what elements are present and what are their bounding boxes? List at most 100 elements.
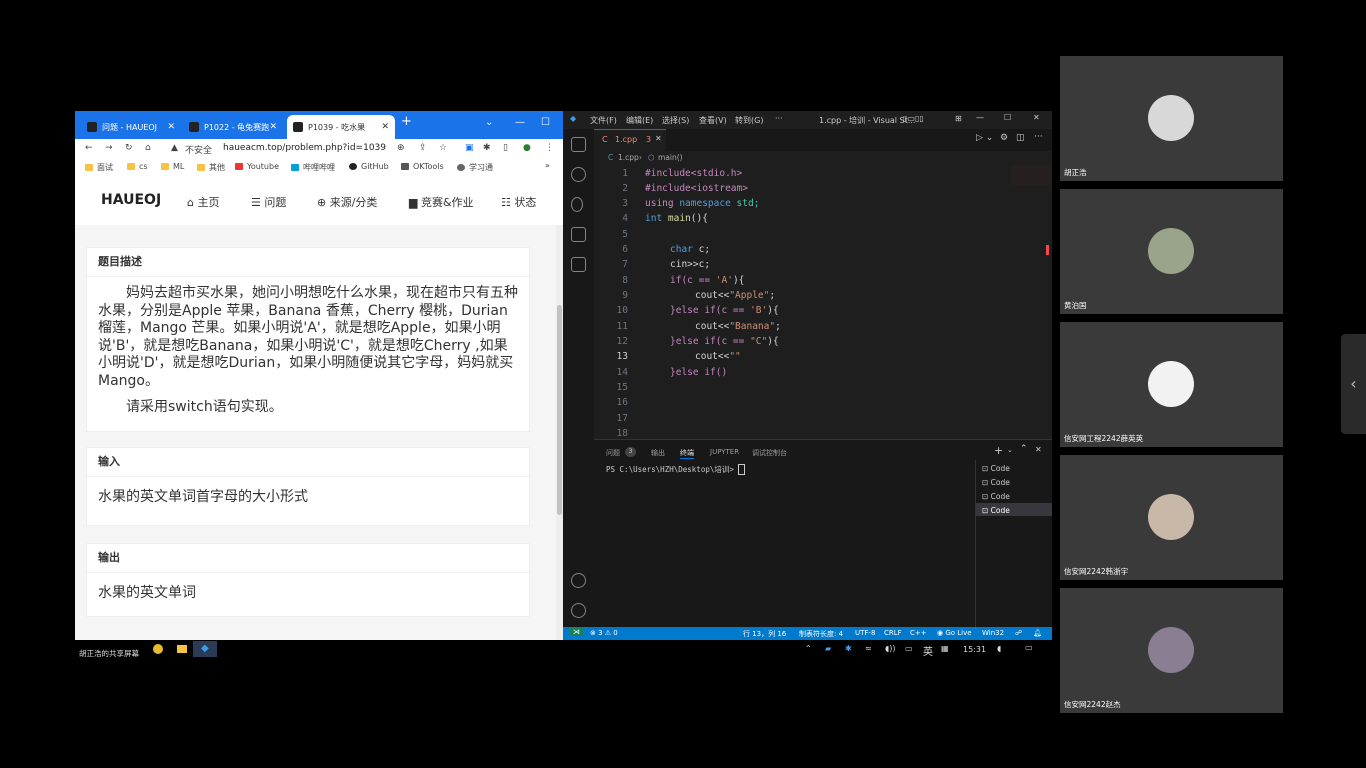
scrollbar-thumb[interactable]: [557, 305, 562, 515]
status-language[interactable]: C++: [910, 629, 927, 637]
participant-tile[interactable]: 信安网2242韩浙宇: [1060, 455, 1283, 580]
terminal-output[interactable]: PS C:\Users\HZH\Desktop\培训>: [606, 464, 745, 475]
menu-edit[interactable]: 编辑(E): [626, 115, 653, 126]
explorer-icon[interactable]: [571, 137, 586, 152]
terminal-list-item[interactable]: ⊡ Code: [982, 478, 1010, 487]
split-editor-icon[interactable]: ◫: [1016, 133, 1025, 143]
home-icon[interactable]: ⌂: [145, 143, 151, 153]
layout-icon[interactable]: ▯▭▯▯: [903, 114, 924, 123]
chevron-down-icon[interactable]: ⌄: [1007, 446, 1013, 454]
close-icon[interactable]: ✕: [1033, 113, 1040, 122]
source-control-icon[interactable]: [571, 197, 583, 212]
folder-icon[interactable]: [177, 645, 187, 653]
customize-layout-icon[interactable]: ⊞: [955, 114, 962, 123]
gear-icon[interactable]: ⚙: [1000, 133, 1008, 143]
maximize-icon[interactable]: ☐: [541, 117, 550, 128]
menu-file[interactable]: 文件(F): [590, 115, 617, 126]
extensions-icon[interactable]: [571, 257, 586, 272]
tab-haueoj[interactable]: 问题 - HAUEOJ ✕: [81, 115, 181, 139]
nav-status[interactable]: ☷ 状态: [501, 194, 536, 210]
participant-tile[interactable]: 信安网工程2242薛英英: [1060, 322, 1283, 447]
translate-icon[interactable]: ▣: [465, 143, 474, 153]
close-icon[interactable]: ✕: [381, 122, 389, 132]
bookmark-item[interactable]: GitHub: [349, 162, 389, 171]
participant-tile[interactable]: 黄泊国: [1060, 189, 1283, 314]
nav-home[interactable]: ⌂ 主页: [187, 194, 219, 210]
volume-icon[interactable]: ◖)): [885, 644, 895, 653]
status-errors[interactable]: ⊗ 3 ⚠ 0: [590, 629, 618, 637]
panel-tab-output[interactable]: 输出: [651, 448, 665, 458]
close-icon[interactable]: ✕: [655, 134, 662, 143]
forward-icon[interactable]: →: [105, 143, 113, 153]
panel-tab-debug-console[interactable]: 调试控制台: [752, 448, 787, 458]
minimap[interactable]: [1011, 165, 1051, 185]
mic-icon[interactable]: ◖: [997, 644, 1001, 653]
close-icon[interactable]: ✕: [167, 122, 175, 132]
new-tab-button[interactable]: +: [401, 114, 412, 129]
more-icon[interactable]: ···: [1034, 132, 1043, 142]
close-icon[interactable]: ✕: [269, 122, 277, 132]
search-icon[interactable]: [571, 167, 586, 182]
status-position[interactable]: 行 13，列 16: [743, 629, 786, 639]
share-icon[interactable]: ⇪: [419, 143, 427, 153]
terminal-list-item[interactable]: ⊡ Code: [982, 464, 1010, 473]
minimize-icon[interactable]: —: [976, 113, 984, 122]
collapse-panel-button[interactable]: ‹: [1341, 334, 1366, 434]
scrollbar[interactable]: [556, 225, 563, 640]
bell-icon[interactable]: 🔔︎: [1033, 629, 1042, 637]
zoom-icon[interactable]: ⊕: [397, 143, 405, 153]
status-eol[interactable]: CRLF: [884, 629, 902, 637]
profile-icon[interactable]: ●: [523, 143, 531, 153]
run-icon[interactable]: ▷ ⌄: [976, 133, 993, 143]
bookmark-item[interactable]: 学习通: [457, 162, 493, 173]
bluetooth-icon[interactable]: ✱: [845, 644, 852, 653]
participant-tile[interactable]: 胡正浩: [1060, 56, 1283, 181]
minimize-icon[interactable]: —: [515, 117, 525, 128]
sidebar-icon[interactable]: ▯: [503, 143, 508, 153]
terminal-list-item-active[interactable]: ⊡ Code: [976, 503, 1052, 516]
menu-goto[interactable]: 转到(G): [735, 115, 763, 126]
status-platform[interactable]: Win32: [982, 629, 1004, 637]
feedback-icon[interactable]: ☍: [1015, 629, 1022, 637]
participant-tile[interactable]: 信安网2242赵杰: [1060, 588, 1283, 713]
nav-contest[interactable]: ▆ 竞赛&作业: [409, 194, 474, 210]
terminal-list-item[interactable]: ⊡ Code: [982, 492, 1010, 501]
reload-icon[interactable]: ↻: [125, 143, 133, 153]
chevron-down-icon[interactable]: ⌄: [485, 117, 493, 128]
gear-icon[interactable]: [571, 603, 586, 618]
tray-app-icon[interactable]: ▰: [825, 644, 831, 653]
menu-selection[interactable]: 选择(S): [662, 115, 689, 126]
bookmark-item[interactable]: OKTools: [401, 162, 444, 171]
bookmark-item[interactable]: cs: [127, 162, 148, 171]
extensions-icon[interactable]: ✱: [483, 143, 491, 153]
url-field[interactable]: haueacm.top/problem.php?id=1039: [223, 143, 386, 153]
clock[interactable]: 15:31: [963, 645, 986, 654]
wifi-icon[interactable]: ≈: [865, 644, 872, 653]
account-icon[interactable]: [571, 573, 586, 588]
nav-source[interactable]: ⊕ 来源/分类: [317, 194, 377, 210]
panel-tab-terminal[interactable]: 终端: [680, 448, 694, 459]
tab-1cpp[interactable]: C 1.cpp 3 ✕: [594, 129, 666, 152]
status-tabsize[interactable]: 制表符长度: 4: [799, 629, 843, 639]
back-icon[interactable]: ←: [85, 143, 93, 153]
battery-icon[interactable]: ▭: [905, 644, 913, 653]
bookmark-item[interactable]: 面试: [85, 162, 113, 173]
site-brand[interactable]: HAUEOJ: [101, 192, 161, 208]
run-debug-icon[interactable]: [571, 227, 586, 242]
nav-problems[interactable]: ☰ 问题: [251, 194, 286, 210]
tab-p1039[interactable]: P1039 - 吃水果 ✕: [287, 115, 395, 139]
golive-button[interactable]: ◉ Go Live: [937, 629, 972, 637]
notification-icon[interactable]: ▭: [1025, 643, 1033, 652]
keyboard-icon[interactable]: ▦: [941, 644, 949, 653]
menu-view[interactable]: 查看(V): [699, 115, 727, 126]
panel-tab-problems[interactable]: 问题: [606, 448, 620, 458]
tab-p1022[interactable]: P1022 - 龟兔赛跑 ✕: [183, 115, 283, 139]
menu-icon[interactable]: ⋮: [545, 143, 554, 153]
panel-tab-jupyter[interactable]: JUPYTER: [710, 448, 739, 456]
breadcrumb-symbol[interactable]: main(): [658, 153, 683, 162]
close-icon[interactable]: ✕: [1035, 445, 1042, 454]
status-encoding[interactable]: UTF-8: [855, 629, 875, 637]
bookmark-item[interactable]: ML: [161, 162, 184, 171]
maximize-icon[interactable]: ☐: [1004, 113, 1011, 122]
star-icon[interactable]: ☆: [439, 143, 447, 153]
